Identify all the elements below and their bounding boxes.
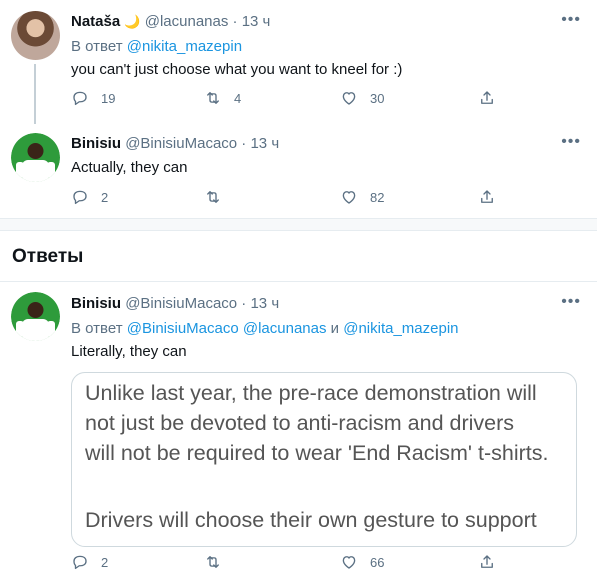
media-text-line: Drivers will choose their own gesture to… bbox=[85, 508, 537, 532]
user-name[interactable]: Binisiu bbox=[71, 135, 121, 152]
heart-icon bbox=[342, 556, 356, 569]
reply-to-line: В ответ @nikita_mazepin bbox=[71, 38, 242, 55]
media-image[interactable]: Unlike last year, the pre-race demonstra… bbox=[71, 372, 577, 547]
user-handle[interactable]: @BinisiuMacaco bbox=[125, 295, 237, 312]
tweet-header: Binisiu @BinisiuMacaco · 13 ч bbox=[71, 295, 279, 312]
share-button[interactable] bbox=[478, 188, 508, 206]
more-icon[interactable]: ••• bbox=[561, 133, 581, 151]
avatar[interactable] bbox=[11, 11, 60, 60]
divider bbox=[0, 230, 597, 231]
tweet-header: Binisiu @BinisiuMacaco · 13 ч bbox=[71, 135, 279, 152]
like-count: 30 bbox=[370, 90, 385, 106]
like-count: 82 bbox=[370, 189, 385, 205]
heart-icon bbox=[342, 92, 356, 105]
retweet-button[interactable] bbox=[204, 553, 234, 571]
user-handle[interactable]: @BinisiuMacaco bbox=[125, 135, 237, 152]
tweet-actions: 19 4 30 bbox=[71, 89, 511, 111]
tweet-actions: 2 66 bbox=[71, 553, 511, 575]
share-icon bbox=[481, 190, 493, 203]
like-button[interactable]: 30 bbox=[340, 89, 384, 107]
separator-dot: · bbox=[241, 295, 247, 312]
tweet-text: Actually, they can bbox=[71, 159, 188, 176]
user-handle[interactable]: @lacunanas bbox=[145, 13, 229, 30]
share-icon bbox=[481, 91, 493, 104]
mention-link[interactable]: @nikita_mazepin bbox=[343, 320, 458, 337]
user-name[interactable]: Nataša bbox=[71, 13, 120, 30]
reply-icon bbox=[73, 555, 87, 570]
share-button[interactable] bbox=[478, 553, 508, 571]
tweet-text: Literally, they can bbox=[71, 343, 187, 360]
retweet-button[interactable]: 4 bbox=[204, 89, 241, 107]
reply-to-label: В ответ bbox=[71, 320, 123, 337]
reply-button[interactable]: 19 bbox=[71, 89, 115, 107]
tweet-parent[interactable]: Nataša 🌙 @lacunanas · 13 ч ••• В ответ @… bbox=[0, 0, 597, 122]
media-text-line: not just be devoted to anti-racism and d… bbox=[85, 411, 515, 435]
moon-emoji: 🌙 bbox=[124, 14, 141, 29]
conjunction: и bbox=[330, 320, 340, 337]
retweet-count: 4 bbox=[234, 90, 242, 106]
separator-dot: · bbox=[232, 13, 238, 30]
tweet-text: you can't just choose what you want to k… bbox=[71, 61, 403, 78]
retweet-button[interactable] bbox=[204, 188, 234, 206]
avatar[interactable] bbox=[11, 292, 60, 341]
avatar[interactable] bbox=[11, 133, 60, 182]
reply-count: 19 bbox=[101, 90, 116, 106]
tweet-actions: 2 82 bbox=[71, 188, 511, 210]
reply-icon bbox=[73, 91, 87, 106]
share-icon bbox=[481, 555, 493, 568]
user-name[interactable]: Binisiu bbox=[71, 295, 121, 312]
mention-link[interactable]: @lacunanas bbox=[243, 320, 327, 337]
mention-link[interactable]: @nikita_mazepin bbox=[127, 38, 242, 55]
section-title: Ответы bbox=[12, 246, 84, 267]
reply-button[interactable]: 2 bbox=[71, 553, 108, 571]
reply-to-line: В ответ @BinisiuMacaco @lacunanas и @nik… bbox=[71, 320, 459, 337]
more-icon[interactable]: ••• bbox=[561, 293, 581, 311]
timestamp[interactable]: 13 ч bbox=[250, 295, 279, 312]
share-button[interactable] bbox=[478, 89, 508, 107]
reply-button[interactable]: 2 bbox=[71, 188, 108, 206]
reply-count: 2 bbox=[101, 554, 109, 570]
mention-link[interactable]: @BinisiuMacaco bbox=[127, 320, 239, 337]
like-count: 66 bbox=[370, 554, 385, 570]
reply-count: 2 bbox=[101, 189, 109, 205]
retweet-icon bbox=[207, 92, 219, 104]
reply-to-label: В ответ bbox=[71, 38, 123, 55]
reply-icon bbox=[73, 190, 87, 205]
section-gap bbox=[0, 219, 597, 230]
timestamp[interactable]: 13 ч bbox=[242, 13, 271, 30]
media-text-line: will not be required to wear 'End Racism… bbox=[85, 441, 549, 465]
separator-dot: · bbox=[241, 135, 247, 152]
retweet-icon bbox=[207, 556, 219, 568]
retweet-icon bbox=[207, 191, 219, 203]
like-button[interactable]: 82 bbox=[340, 188, 384, 206]
like-button[interactable]: 66 bbox=[340, 553, 384, 571]
more-icon[interactable]: ••• bbox=[561, 11, 581, 29]
media-text-line: Unlike last year, the pre-race demonstra… bbox=[85, 381, 537, 405]
timestamp[interactable]: 13 ч bbox=[250, 135, 279, 152]
tweet-header: Nataša 🌙 @lacunanas · 13 ч bbox=[71, 13, 270, 30]
tweet-focused[interactable]: Binisiu @BinisiuMacaco · 13 ч ••• Actual… bbox=[0, 122, 597, 218]
heart-icon bbox=[342, 191, 356, 204]
